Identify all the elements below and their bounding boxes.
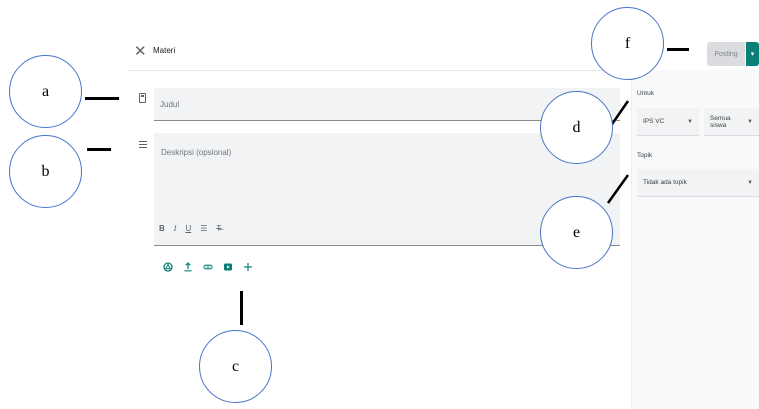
topic-select-value: Tidak ada topik — [643, 179, 687, 186]
add-icon[interactable] — [243, 262, 253, 272]
italic-button[interactable]: I — [174, 223, 177, 235]
clear-format-button[interactable]: T̶ — [216, 223, 221, 235]
caret-down-icon: ▾ — [750, 51, 755, 58]
class-select-value: IPS VC — [643, 118, 665, 125]
annotation-circle-f: f — [591, 7, 664, 80]
caret-down-icon: ▼ — [747, 179, 753, 186]
annotation-circle-b: b — [9, 135, 82, 208]
annotation-line-f — [667, 48, 689, 51]
header-divider — [128, 70, 630, 71]
bold-button[interactable]: B — [159, 223, 165, 235]
annotation-circle-d: d — [540, 91, 613, 164]
page-title: Materi — [153, 46, 176, 55]
underline-button[interactable]: U — [185, 223, 191, 235]
close-icon[interactable]: ✕ — [134, 44, 150, 60]
caret-down-icon: ▼ — [687, 118, 693, 125]
annotation-line-b — [87, 148, 111, 151]
students-select[interactable]: Semua siswa ▼ — [704, 108, 759, 136]
topic-select[interactable]: Tidak ada topik ▼ — [637, 169, 759, 197]
post-dropdown-button[interactable]: ▾ — [746, 42, 759, 66]
link-icon[interactable] — [203, 262, 213, 272]
attachment-toolbar — [163, 262, 253, 272]
annotation-line-c — [240, 291, 243, 325]
format-toolbar: B I U ☰ T̶ — [159, 223, 221, 235]
youtube-icon[interactable] — [223, 262, 233, 272]
post-button[interactable]: Posting — [707, 42, 745, 66]
annotation-circle-e: e — [540, 196, 613, 269]
students-select-value: Semua siswa — [710, 114, 731, 129]
drive-icon[interactable] — [163, 262, 173, 272]
annotation-circle-c: c — [199, 330, 272, 403]
annotation-line-a — [85, 97, 119, 100]
caret-down-icon: ▼ — [747, 118, 753, 125]
bulleted-list-button[interactable]: ☰ — [200, 223, 207, 235]
upload-icon[interactable] — [183, 262, 193, 272]
description-icon — [139, 141, 147, 150]
title-icon — [139, 93, 146, 103]
annotation-circle-a: a — [9, 55, 82, 128]
class-select[interactable]: IPS VC ▼ — [637, 108, 699, 136]
